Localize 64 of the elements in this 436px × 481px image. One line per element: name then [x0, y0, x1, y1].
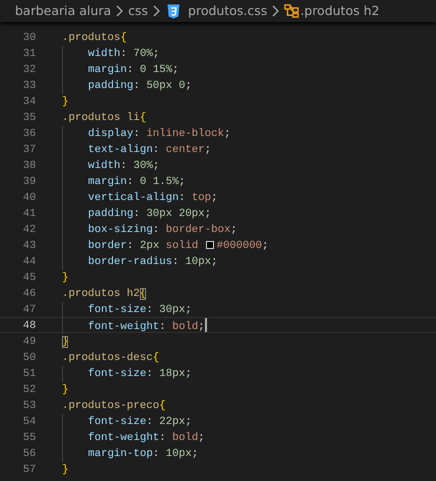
line-number: 41 [22, 207, 36, 220]
line-number: 44 [22, 255, 36, 268]
code-line: font-size: 18px; [88, 367, 192, 380]
code-line: border: 2px solid #000000; [88, 239, 269, 252]
color-swatch[interactable] [206, 241, 214, 249]
code-line: margin-top: 10px; [88, 447, 198, 460]
chevron-icon [115, 5, 124, 17]
line-number: 35 [22, 111, 36, 124]
line-number: 40 [22, 191, 36, 204]
code-line: font-weight: bold; [88, 431, 205, 444]
breadcrumb-item[interactable]: produtos.css [188, 3, 268, 19]
code-line: box-sizing: border-box; [88, 223, 238, 236]
code-line: width: 70%; [88, 47, 160, 60]
code-line: .produtos-preco{ [62, 399, 166, 412]
line-number: 36 [22, 127, 36, 140]
code-line: text-align: center; [88, 143, 212, 156]
line-number: 38 [22, 159, 36, 172]
code-line: display: inline-block; [88, 127, 231, 140]
code-line: } [62, 271, 68, 284]
line-number: 57 [22, 463, 36, 476]
breadcrumb-item[interactable]: .produtos h2 [300, 3, 380, 19]
symbol-structure-icon [284, 4, 300, 18]
code-line: .produtos li{ [62, 111, 146, 124]
line-number: 47 [22, 303, 36, 316]
line-number: 33 [22, 79, 36, 92]
code-line: } [62, 463, 68, 476]
line-number: 46 [22, 287, 36, 300]
line-number: 48 [22, 319, 36, 332]
line-number: 55 [22, 431, 36, 444]
code-line: vertical-align: top; [88, 191, 218, 204]
code-line: border-radius: 10px; [88, 255, 218, 268]
line-number: 50 [22, 351, 36, 364]
chevron-icon [152, 5, 162, 17]
code-line: } [62, 95, 68, 108]
line-number: 32 [22, 63, 36, 76]
line-number: 54 [22, 415, 36, 428]
line-number: 30 [22, 31, 36, 44]
line-number: 52 [22, 383, 36, 396]
code-line: .produtos{ [62, 31, 127, 44]
chevron-icon [271, 5, 280, 17]
breadcrumb-item[interactable]: css [128, 3, 148, 19]
code-line: width: 30%; [88, 159, 160, 172]
code-line: margin: 0 1.5%; [88, 175, 186, 188]
line-number: 42 [22, 223, 36, 236]
line-number: 31 [22, 47, 36, 60]
css-file-icon [167, 4, 180, 18]
line-number: 39 [22, 175, 36, 188]
line-number: 43 [22, 239, 36, 252]
line-number: 34 [22, 95, 36, 108]
code-line: font-size: 30px; [88, 303, 192, 316]
line-number: 53 [22, 399, 36, 412]
code-line: font-weight: bold; [88, 318, 207, 332]
line-number: 37 [22, 143, 36, 156]
code-line: } [62, 383, 68, 396]
breadcrumb-item[interactable]: barbearia alura [15, 3, 112, 19]
line-number: 51 [22, 367, 36, 380]
line-number: 56 [22, 447, 36, 460]
code-line: .produtos-desc{ [62, 351, 160, 364]
line-number: 49 [22, 335, 36, 348]
code-line: margin: 0 15%; [88, 63, 179, 76]
code-line: padding: 50px 0; [88, 79, 192, 92]
code-line: padding: 30px 20px; [88, 207, 212, 220]
code-line: font-size: 22px; [88, 415, 192, 428]
line-number: 45 [22, 271, 36, 284]
